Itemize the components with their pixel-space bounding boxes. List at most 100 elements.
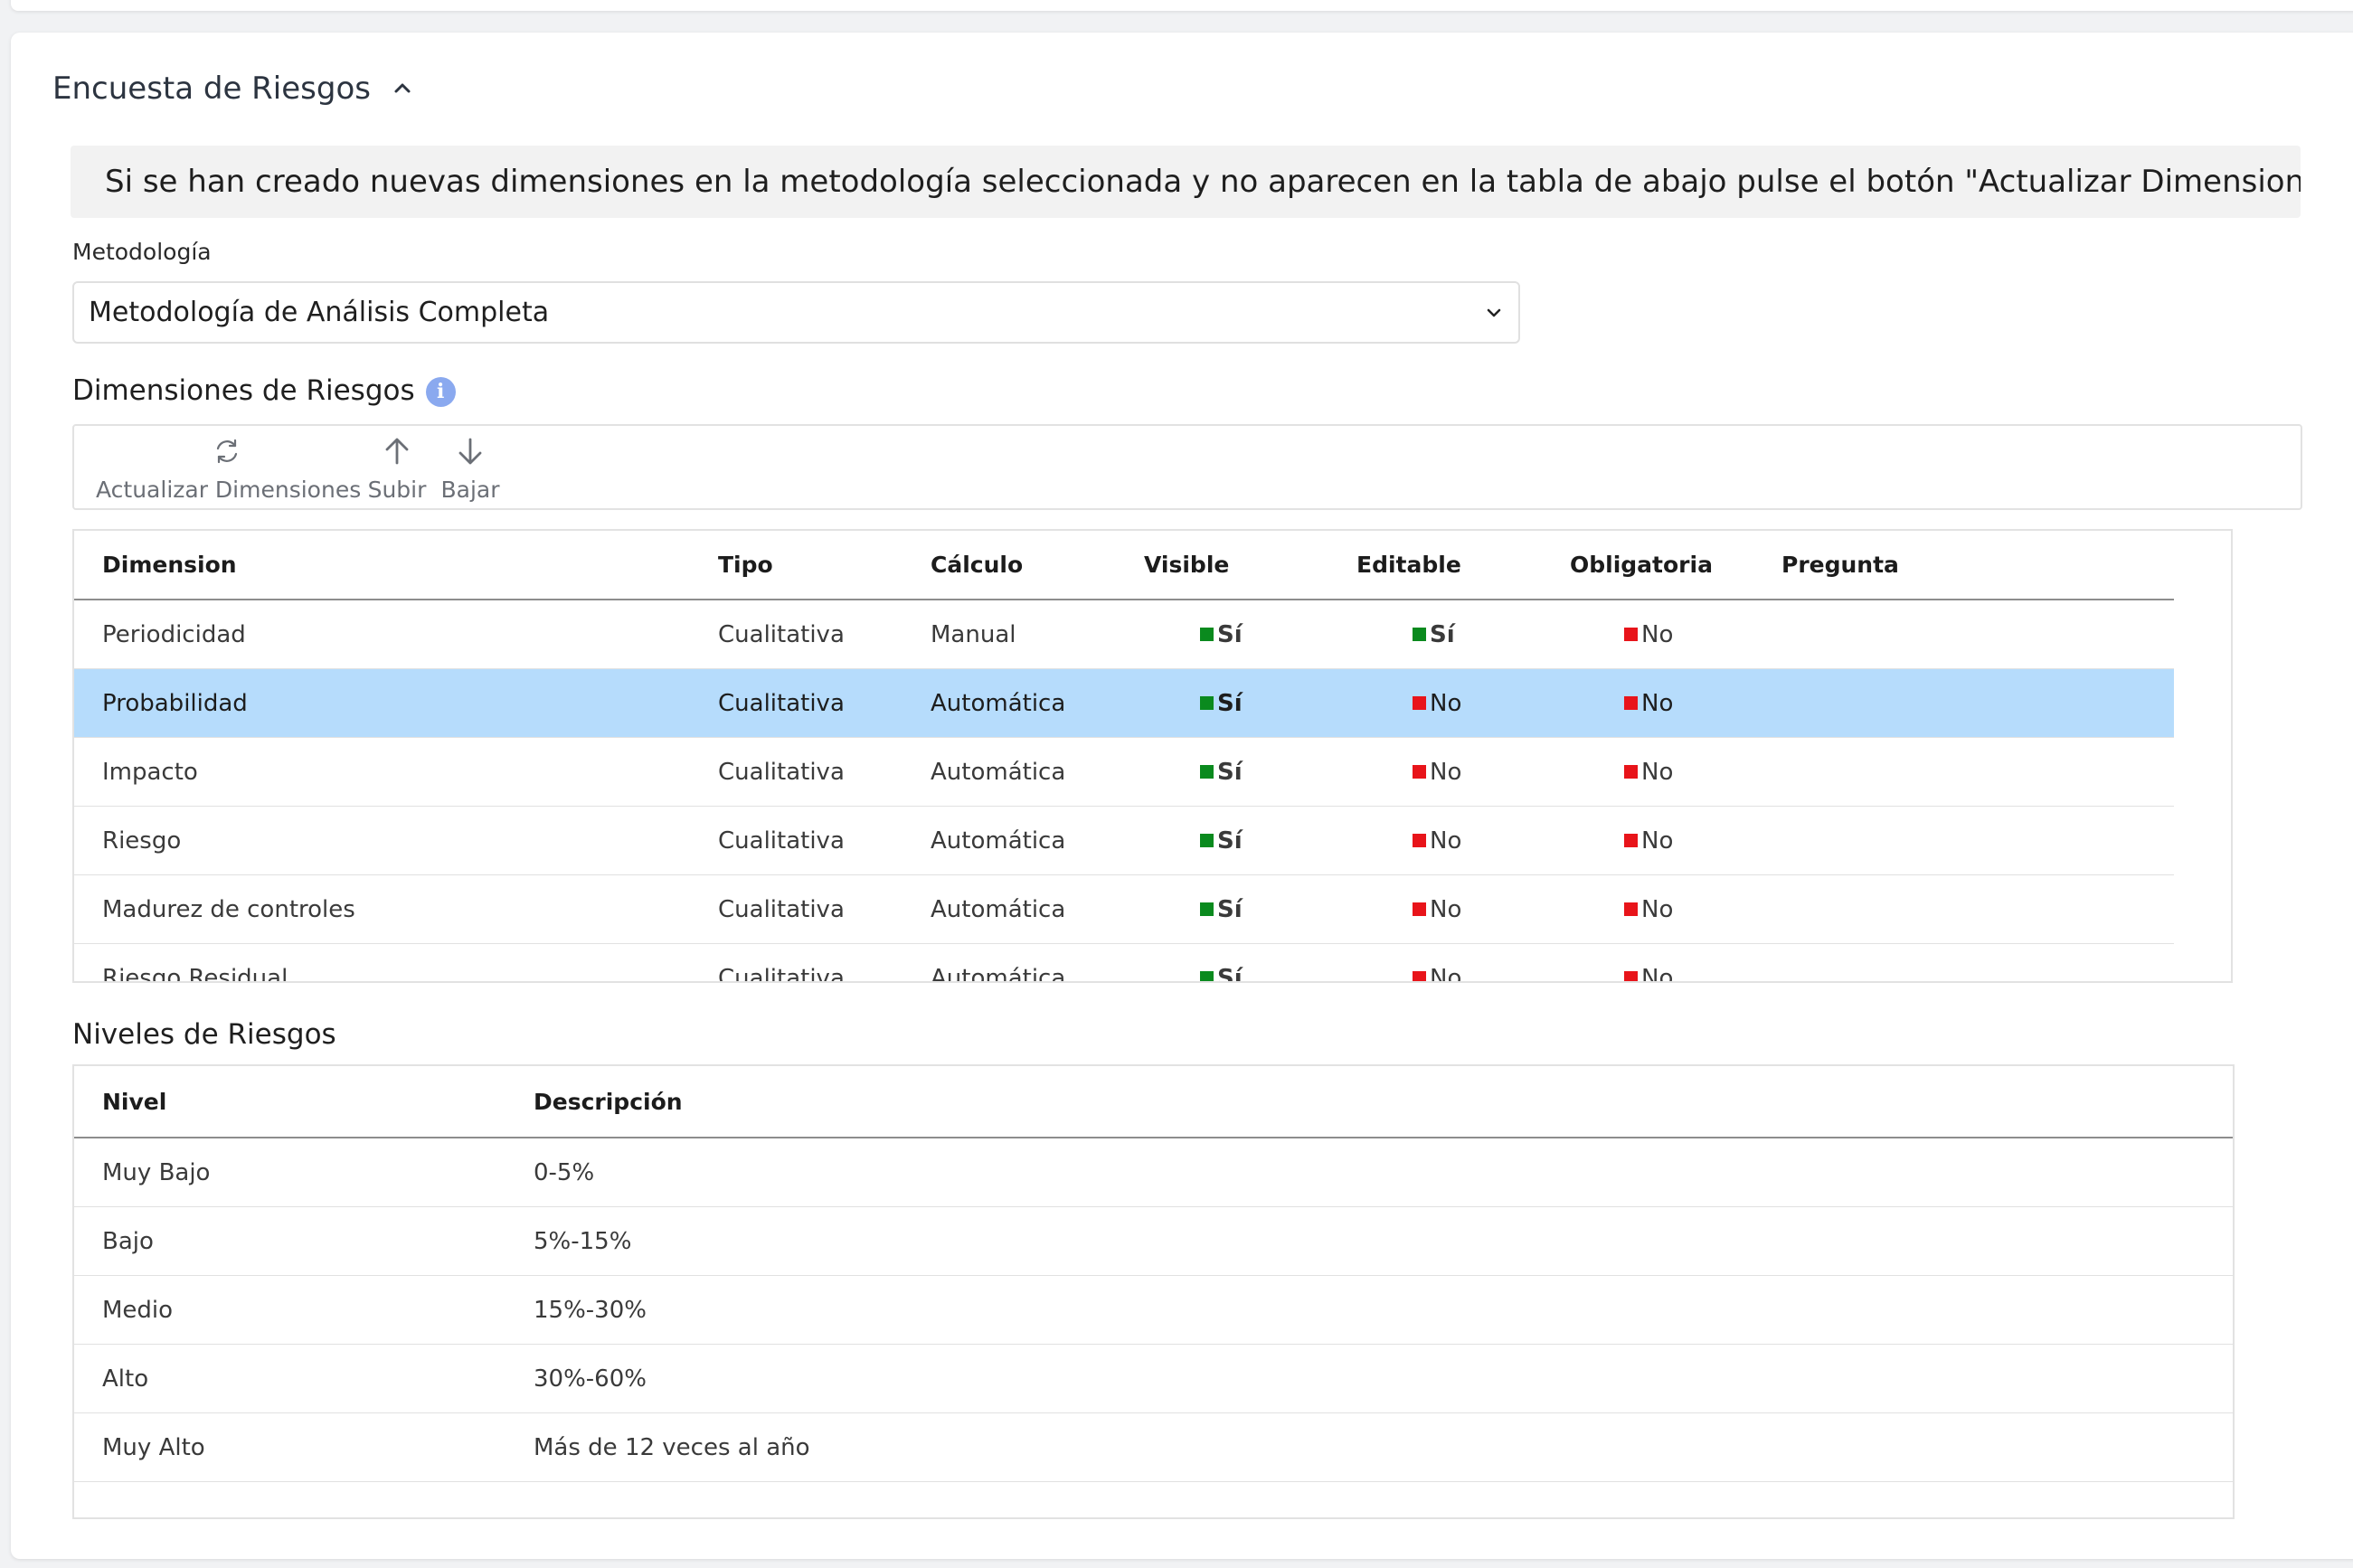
- table-row[interactable]: Riesgo Residual Cualitativa Automática Sí No…: [74, 944, 2174, 983]
- refresh-icon: [216, 439, 238, 464]
- yes-flag: Sí: [1200, 759, 1243, 786]
- cell-editable: No: [1413, 875, 1461, 943]
- section-title: Encuesta de Riesgos: [52, 71, 371, 107]
- section-header[interactable]: Encuesta de Riesgos: [52, 67, 414, 110]
- flag-label: No: [1641, 827, 1674, 855]
- flag-label: Sí: [1430, 620, 1455, 648]
- cell-tipo: Cualitativa: [718, 895, 845, 923]
- cell-visible: Sí: [1200, 944, 1243, 983]
- flag-label: No: [1641, 689, 1674, 717]
- cell-obligatoria: No: [1624, 669, 1673, 737]
- cell-visible: Sí: [1200, 875, 1243, 943]
- cell-descripcion: 30%-60%: [534, 1365, 647, 1393]
- cell-calculo: Automática: [931, 895, 1066, 923]
- cell-nivel: Muy Bajo: [102, 1158, 211, 1186]
- info-icon[interactable]: i: [425, 377, 456, 407]
- cell-dimension: Impacto: [102, 758, 198, 786]
- status-square-icon: [1624, 971, 1638, 981]
- status-square-icon: [1413, 902, 1426, 916]
- cell-obligatoria: No: [1624, 600, 1673, 668]
- table-row[interactable]: Bajo 5%-15%: [74, 1207, 2233, 1276]
- cell-calculo: Automática: [931, 758, 1066, 786]
- column-header-editable[interactable]: Editable: [1356, 531, 1461, 599]
- cell-editable: Sí: [1413, 600, 1455, 668]
- flag-label: Sí: [1217, 895, 1243, 923]
- no-flag: No: [1413, 759, 1461, 786]
- cell-visible: Sí: [1200, 669, 1243, 737]
- cell-dimension: Probabilidad: [102, 689, 248, 717]
- move-up-button[interactable]: Subir: [365, 426, 429, 510]
- table-row[interactable]: Muy Alto Más de 12 veces al año: [74, 1413, 2233, 1482]
- column-header-descripcion[interactable]: Descripción: [534, 1066, 683, 1137]
- cell-descripcion: 0-5%: [534, 1158, 595, 1186]
- dimensions-table: Dimension Tipo Cálculo Visible Editable …: [72, 529, 2233, 983]
- status-square-icon: [1200, 902, 1214, 916]
- status-square-icon: [1200, 628, 1214, 641]
- column-header-visible[interactable]: Visible: [1144, 531, 1229, 599]
- no-flag: No: [1413, 964, 1462, 983]
- flag-label: Sí: [1217, 689, 1243, 717]
- cell-obligatoria: No: [1624, 738, 1673, 806]
- cell-descripcion: 15%-30%: [534, 1296, 647, 1324]
- flag-label: No: [1641, 620, 1674, 648]
- table-row[interactable]: Madurez de controles Cualitativa Automátic…: [74, 875, 2174, 944]
- move-down-button[interactable]: Bajar: [434, 426, 506, 510]
- cell-dimension: Periodicidad: [102, 620, 246, 648]
- status-square-icon: [1200, 765, 1214, 779]
- table-row[interactable]: Periodicidad Cualitativa Manual Sí Sí No: [74, 600, 2174, 669]
- cell-descripcion: Más de 12 veces al año: [534, 1433, 810, 1461]
- cell-obligatoria: No: [1624, 875, 1673, 943]
- table-row[interactable]: Riesgo Cualitativa Automática Sí No No: [74, 807, 2174, 875]
- status-square-icon: [1624, 628, 1638, 641]
- status-square-icon: [1413, 696, 1426, 710]
- previous-card: [11, 0, 2353, 11]
- no-flag: No: [1624, 896, 1673, 923]
- column-header-nivel[interactable]: Nivel: [102, 1066, 166, 1137]
- info-banner: Si se han creado nuevas dimensiones en l…: [71, 146, 2301, 218]
- cell-editable: No: [1413, 944, 1462, 983]
- refresh-dimensions-button[interactable]: Actualizar Dimensiones: [96, 426, 361, 510]
- column-header-dimension[interactable]: Dimension: [102, 531, 237, 599]
- no-flag: No: [1413, 827, 1461, 855]
- cell-descripcion: 5%-15%: [534, 1227, 632, 1255]
- flag-label: No: [1430, 758, 1462, 786]
- status-square-icon: [1624, 696, 1638, 710]
- no-flag: No: [1413, 690, 1461, 717]
- cell-tipo: Cualitativa: [718, 758, 845, 786]
- flag-label: No: [1430, 964, 1462, 983]
- dimensions-title: Dimensiones de Riesgos: [72, 374, 415, 407]
- table-row[interactable]: Muy Bajo 0-5%: [74, 1138, 2233, 1207]
- column-header-tipo[interactable]: Tipo: [718, 531, 773, 599]
- levels-title: Niveles de Riesgos: [72, 1018, 336, 1051]
- dimensions-table-header: Dimension Tipo Cálculo Visible Editable …: [74, 531, 2174, 600]
- table-row[interactable]: Impacto Cualitativa Automática Sí No No: [74, 738, 2174, 807]
- chevron-up-icon[interactable]: [391, 77, 414, 100]
- arrow-up-icon: [385, 438, 409, 465]
- status-square-icon: [1413, 971, 1426, 981]
- column-header-calculo[interactable]: Cálculo: [931, 531, 1023, 599]
- levels-table-header: Nivel Descripción: [74, 1066, 2233, 1138]
- cell-visible: Sí: [1200, 738, 1243, 806]
- move-down-label: Bajar: [440, 477, 500, 503]
- table-row[interactable]: Alto 30%-60%: [74, 1345, 2233, 1413]
- table-row[interactable]: Medio 15%-30%: [74, 1276, 2233, 1345]
- methodology-label: Metodología: [72, 239, 212, 265]
- column-header-obligatoria[interactable]: Obligatoria: [1570, 531, 1713, 599]
- flag-label: No: [1641, 758, 1674, 786]
- table-row[interactable]: Probabilidad Cualitativa Automática Sí No No: [74, 669, 2174, 738]
- methodology-select[interactable]: Metodología de Análisis Completa: [72, 281, 1520, 344]
- flag-label: Sí: [1217, 964, 1243, 983]
- levels-table: Nivel Descripción Muy Bajo 0-5% Bajo 5%-15%…: [72, 1064, 2235, 1519]
- status-square-icon: [1413, 765, 1426, 779]
- cell-tipo: Cualitativa: [718, 964, 845, 983]
- cell-calculo: Automática: [931, 689, 1066, 717]
- cell-editable: No: [1413, 738, 1461, 806]
- cell-dimension: Riesgo: [102, 827, 182, 855]
- yes-flag: Sí: [1200, 690, 1243, 717]
- column-header-pregunta[interactable]: Pregunta: [1781, 531, 1899, 599]
- status-square-icon: [1200, 834, 1214, 847]
- cell-obligatoria: No: [1624, 944, 1673, 981]
- status-square-icon: [1200, 696, 1214, 710]
- methodology-selected-value: Metodología de Análisis Completa: [89, 297, 550, 328]
- yes-flag: Sí: [1200, 827, 1243, 855]
